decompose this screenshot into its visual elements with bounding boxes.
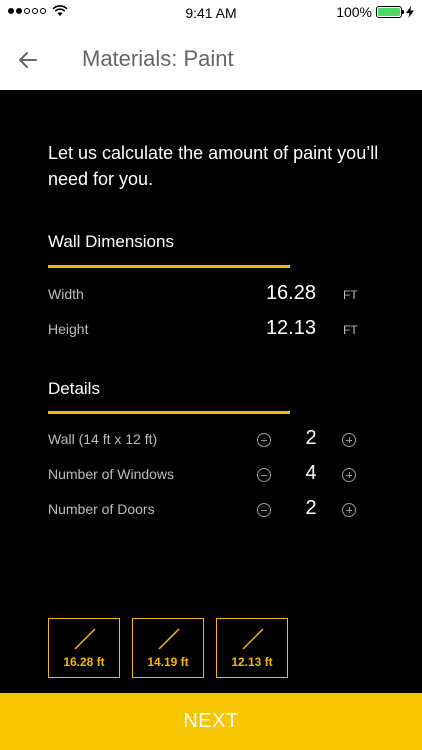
height-unit: FT [343,323,358,337]
wall-count-label: Wall (14 ft x 12 ft) [48,431,158,447]
doors-count-value: 2 [305,497,317,519]
tile-label: 12.13 ft [231,655,273,669]
wall-dimensions-title: Wall Dimensions [48,232,174,251]
doors-increment-button[interactable] [342,503,356,517]
navigation-bar: Materials: Paint [0,26,422,90]
height-label: Height [48,321,89,337]
height-value[interactable]: 12.13 [266,317,316,340]
tile-label: 16.28 ft [63,655,105,669]
wall-dimensions-divider [48,265,290,268]
measurement-tile[interactable]: 12.13 ft [216,618,288,678]
tile-label: 14.19 ft [147,655,189,669]
width-unit: FT [343,288,358,302]
wall-increment-button[interactable] [342,433,356,447]
intro-text: Let us calculate the amount of paint you… [48,143,379,189]
details-title: Details [48,379,100,398]
width-label: Width [48,286,84,302]
diagonal-line-icon [74,628,96,650]
calculator-panel: Let us calculate the amount of paint you… [0,90,422,693]
diagonal-line-icon [158,628,180,650]
measurement-tile[interactable]: 14.19 ft [132,618,204,678]
battery-icon [376,6,404,18]
windows-decrement-button[interactable] [257,468,271,482]
page-title: Materials: Paint [82,46,234,71]
battery-group: 100% [336,4,414,20]
wall-decrement-button[interactable] [257,433,271,447]
measurement-tile[interactable]: 16.28 ft [48,618,120,678]
windows-increment-button[interactable] [342,468,356,482]
width-value[interactable]: 16.28 [266,282,316,305]
back-arrow-icon[interactable] [16,48,40,72]
doors-count-label: Number of Doors [48,501,155,517]
windows-count-label: Number of Windows [48,466,175,482]
charging-bolt-icon [406,6,414,18]
windows-count-value: 4 [305,462,317,484]
next-button[interactable]: NEXT [0,693,422,750]
battery-percent: 100% [336,4,372,20]
details-divider [48,411,290,414]
wall-count-value: 2 [305,427,317,449]
doors-decrement-button[interactable] [257,503,271,517]
diagonal-line-icon [242,628,264,650]
status-bar: 9:41 AM 100% [0,0,422,26]
